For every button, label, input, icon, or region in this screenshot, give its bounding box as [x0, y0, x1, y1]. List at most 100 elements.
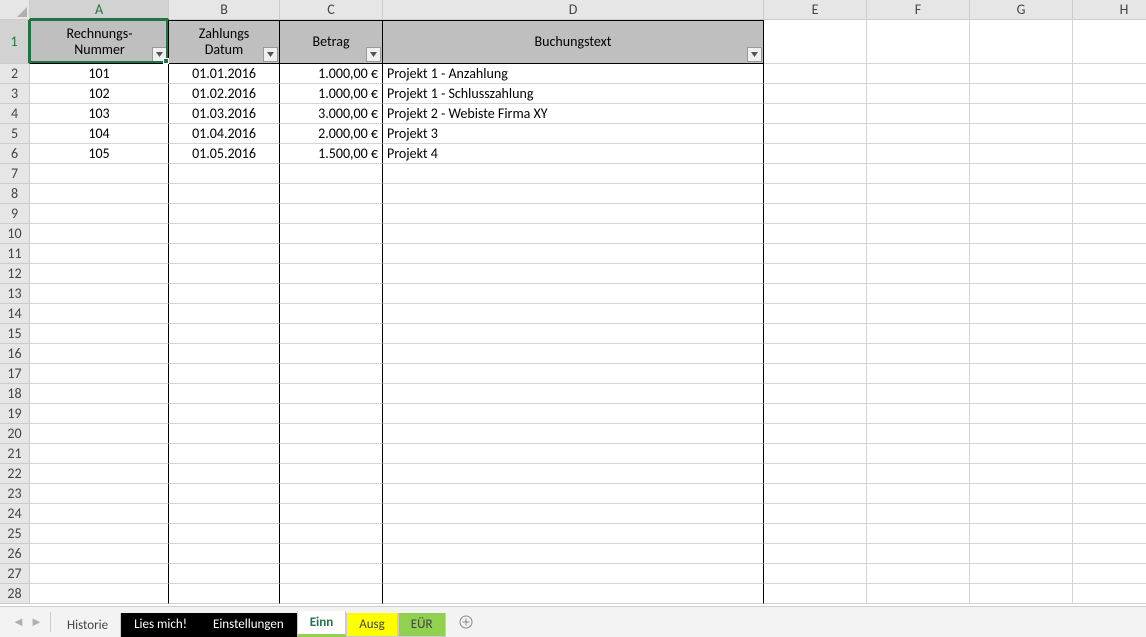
cell-A13[interactable]	[30, 284, 169, 304]
cell-H26[interactable]	[1073, 544, 1146, 564]
cell-C20[interactable]	[280, 424, 383, 444]
cell-D20[interactable]	[383, 424, 764, 444]
row-head-21[interactable]: 21	[0, 444, 30, 464]
cell-E18[interactable]	[764, 384, 867, 404]
cell-C2[interactable]: 1.000,00 €	[280, 64, 383, 84]
cell-E8[interactable]	[764, 184, 867, 204]
table-header-D[interactable]: Buchungstext	[383, 20, 764, 64]
sheet-tab-ausg[interactable]: Ausg	[346, 613, 398, 637]
sheet-tab-einn[interactable]: Einn	[297, 611, 347, 637]
row-head-27[interactable]: 27	[0, 564, 30, 584]
table-header-A[interactable]: Rechnungs- Nummer	[30, 20, 169, 64]
cell-B20[interactable]	[169, 424, 280, 444]
row-head-15[interactable]: 15	[0, 324, 30, 344]
cell-F3[interactable]	[867, 84, 970, 104]
cell-D28[interactable]	[383, 584, 764, 604]
filter-button-B[interactable]	[263, 47, 278, 62]
col-head-D[interactable]: D	[383, 0, 764, 20]
cell-A20[interactable]	[30, 424, 169, 444]
row-head-24[interactable]: 24	[0, 504, 30, 524]
cell-H17[interactable]	[1073, 364, 1146, 384]
cell-E11[interactable]	[764, 244, 867, 264]
cell-A4[interactable]: 103	[30, 104, 169, 124]
col-head-C[interactable]: C	[280, 0, 383, 20]
filter-button-D[interactable]	[747, 47, 762, 62]
cell-D23[interactable]	[383, 484, 764, 504]
row-head-14[interactable]: 14	[0, 304, 30, 324]
cell-D16[interactable]	[383, 344, 764, 364]
cell-C23[interactable]	[280, 484, 383, 504]
cell-H21[interactable]	[1073, 444, 1146, 464]
cell-H12[interactable]	[1073, 264, 1146, 284]
cell-F25[interactable]	[867, 524, 970, 544]
cell-F1[interactable]	[867, 20, 970, 64]
tab-nav-arrows[interactable]: ◄ ►	[0, 614, 50, 630]
cell-B6[interactable]: 01.05.2016	[169, 144, 280, 164]
cell-A16[interactable]	[30, 344, 169, 364]
cell-B28[interactable]	[169, 584, 280, 604]
row-head-10[interactable]: 10	[0, 224, 30, 244]
cell-F15[interactable]	[867, 324, 970, 344]
cell-B25[interactable]	[169, 524, 280, 544]
cell-F26[interactable]	[867, 544, 970, 564]
cell-D6[interactable]: Projekt 4	[383, 144, 764, 164]
row-head-28[interactable]: 28	[0, 584, 30, 604]
cell-F5[interactable]	[867, 124, 970, 144]
cell-D27[interactable]	[383, 564, 764, 584]
cell-H11[interactable]	[1073, 244, 1146, 264]
cell-H27[interactable]	[1073, 564, 1146, 584]
cell-B14[interactable]	[169, 304, 280, 324]
cell-G27[interactable]	[970, 564, 1073, 584]
cell-G18[interactable]	[970, 384, 1073, 404]
cell-B2[interactable]: 01.01.2016	[169, 64, 280, 84]
cell-E3[interactable]	[764, 84, 867, 104]
tab-nav-next-icon[interactable]: ►	[30, 614, 38, 630]
cell-B22[interactable]	[169, 464, 280, 484]
row-head-4[interactable]: 4	[0, 104, 30, 124]
cell-G23[interactable]	[970, 484, 1073, 504]
cell-F12[interactable]	[867, 264, 970, 284]
cell-E26[interactable]	[764, 544, 867, 564]
cell-C22[interactable]	[280, 464, 383, 484]
cell-D25[interactable]	[383, 524, 764, 544]
cell-F19[interactable]	[867, 404, 970, 424]
row-head-26[interactable]: 26	[0, 544, 30, 564]
cell-A6[interactable]: 105	[30, 144, 169, 164]
cell-B19[interactable]	[169, 404, 280, 424]
tab-nav-prev-icon[interactable]: ◄	[12, 614, 20, 630]
cell-G17[interactable]	[970, 364, 1073, 384]
cell-F10[interactable]	[867, 224, 970, 244]
col-head-E[interactable]: E	[764, 0, 867, 20]
filter-button-A[interactable]	[152, 47, 167, 62]
cell-H28[interactable]	[1073, 584, 1146, 604]
cell-B11[interactable]	[169, 244, 280, 264]
cell-B5[interactable]: 01.04.2016	[169, 124, 280, 144]
cell-G13[interactable]	[970, 284, 1073, 304]
cell-E23[interactable]	[764, 484, 867, 504]
cell-G9[interactable]	[970, 204, 1073, 224]
cell-B17[interactable]	[169, 364, 280, 384]
cell-A11[interactable]	[30, 244, 169, 264]
cell-G12[interactable]	[970, 264, 1073, 284]
cell-D18[interactable]	[383, 384, 764, 404]
cell-B13[interactable]	[169, 284, 280, 304]
cell-C19[interactable]	[280, 404, 383, 424]
cell-F17[interactable]	[867, 364, 970, 384]
row-head-20[interactable]: 20	[0, 424, 30, 444]
row-head-7[interactable]: 7	[0, 164, 30, 184]
cell-D14[interactable]	[383, 304, 764, 324]
cell-E9[interactable]	[764, 204, 867, 224]
cell-H20[interactable]	[1073, 424, 1146, 444]
add-sheet-button[interactable]	[452, 610, 480, 634]
cell-B4[interactable]: 01.03.2016	[169, 104, 280, 124]
cell-E19[interactable]	[764, 404, 867, 424]
cell-H9[interactable]	[1073, 204, 1146, 224]
cell-C21[interactable]	[280, 444, 383, 464]
cell-B9[interactable]	[169, 204, 280, 224]
cell-C9[interactable]	[280, 204, 383, 224]
cell-D21[interactable]	[383, 444, 764, 464]
cell-D8[interactable]	[383, 184, 764, 204]
cell-G15[interactable]	[970, 324, 1073, 344]
cell-C14[interactable]	[280, 304, 383, 324]
cell-A21[interactable]	[30, 444, 169, 464]
